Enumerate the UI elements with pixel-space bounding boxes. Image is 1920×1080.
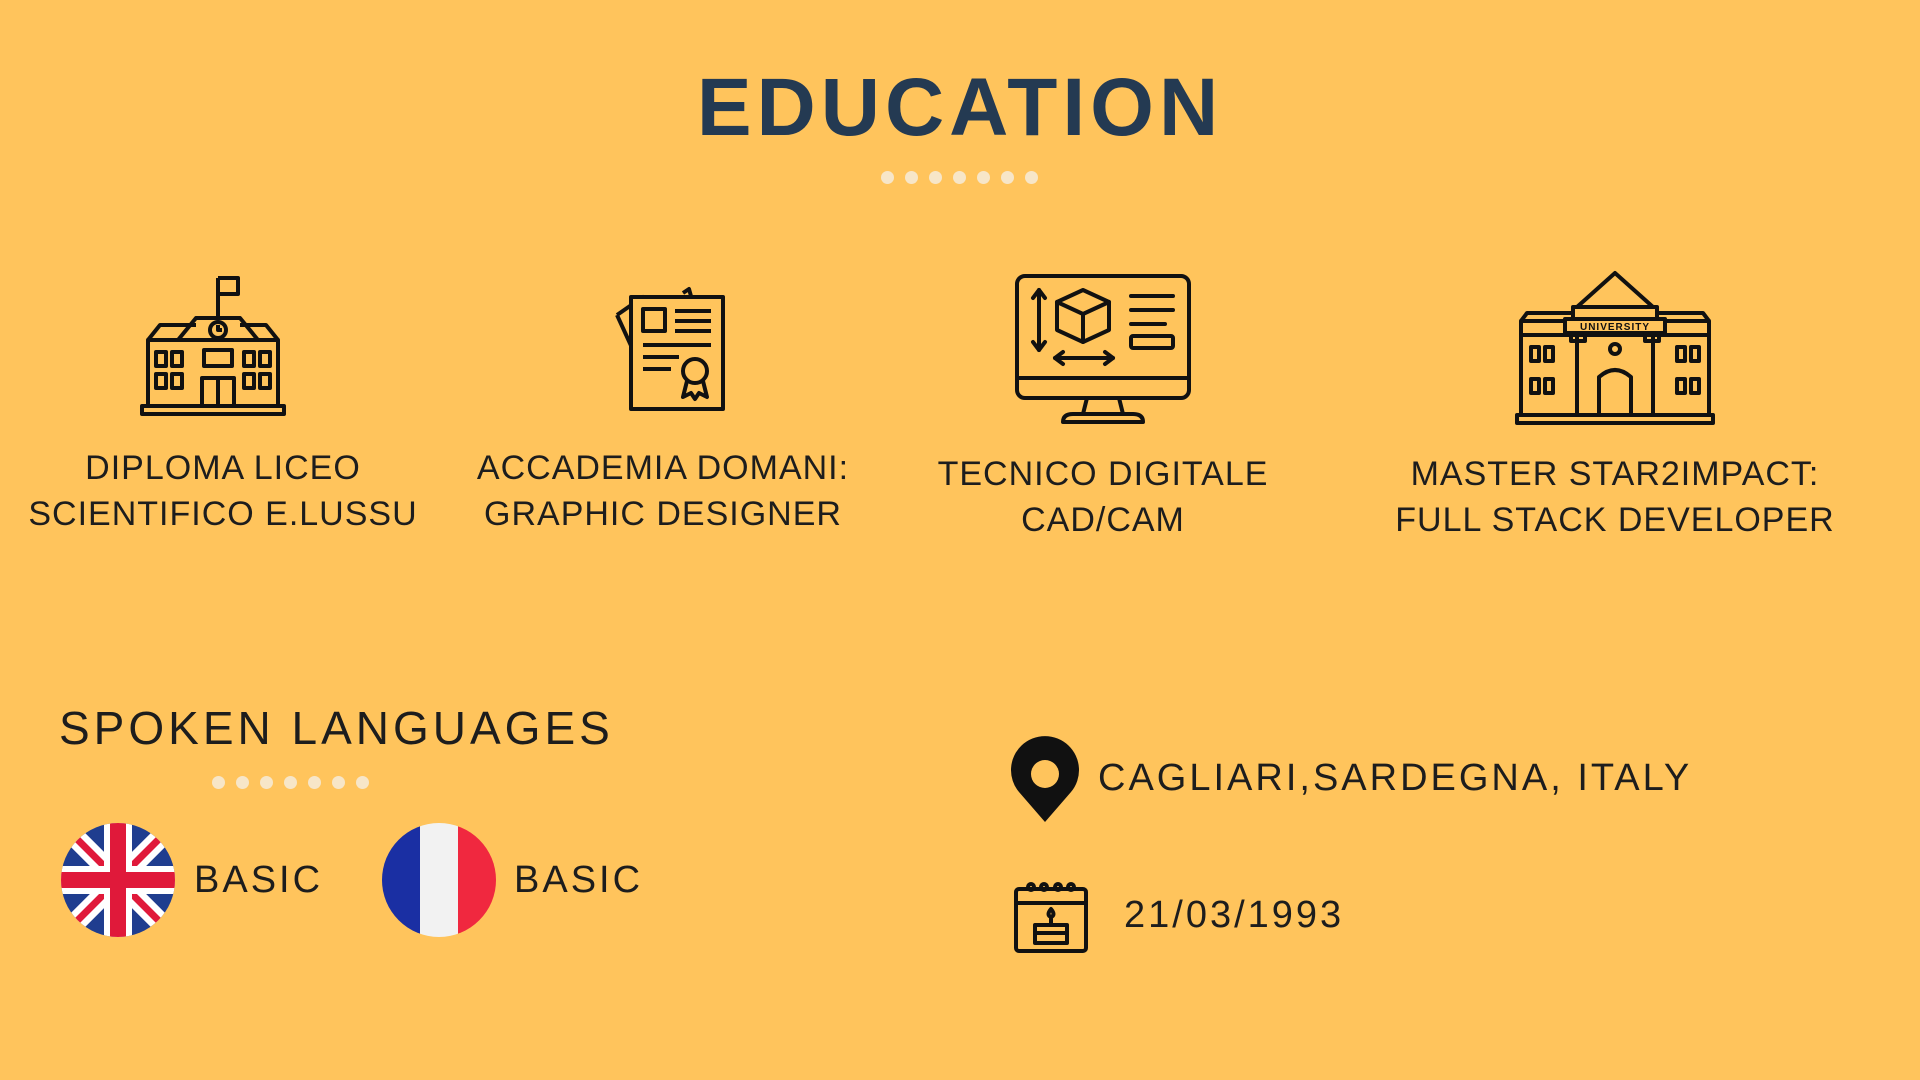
language-level: BASIC bbox=[514, 859, 644, 901]
title-divider-dots bbox=[881, 171, 1038, 184]
education-label: DIPLOMA LICEO SCIENTIFICO E.LUSSU bbox=[28, 449, 418, 533]
language-level: BASIC bbox=[194, 859, 324, 901]
birthday-calendar-icon bbox=[1013, 881, 1089, 953]
education-label: ACCADEMIA DOMANI: GRAPHIC DESIGNER bbox=[476, 449, 850, 533]
certificate-icon bbox=[555, 260, 775, 430]
university-icon: UNIVERSITY bbox=[1505, 262, 1725, 432]
education-label: MASTER STAR2IMPACT: FULL STACK DEVELOPER bbox=[1395, 455, 1835, 539]
school-icon bbox=[103, 260, 323, 430]
page-title: EDUCATION bbox=[696, 62, 1224, 153]
uk-flag-icon bbox=[61, 823, 175, 937]
france-flag-icon bbox=[382, 823, 496, 937]
university-sign-text: UNIVERSITY bbox=[1580, 322, 1650, 333]
languages-divider-dots bbox=[212, 776, 369, 789]
location-text: CAGLIARI,SARDEGNA, ITALY bbox=[1098, 757, 1693, 799]
languages-title: SPOKEN LANGUAGES bbox=[59, 702, 614, 754]
cad-monitor-icon bbox=[993, 265, 1213, 435]
birthdate-text: 21/03/1993 bbox=[1124, 894, 1345, 936]
education-label: TECNICO DIGITALE CAD/CAM bbox=[937, 455, 1269, 539]
location-pin-icon bbox=[1011, 736, 1079, 824]
